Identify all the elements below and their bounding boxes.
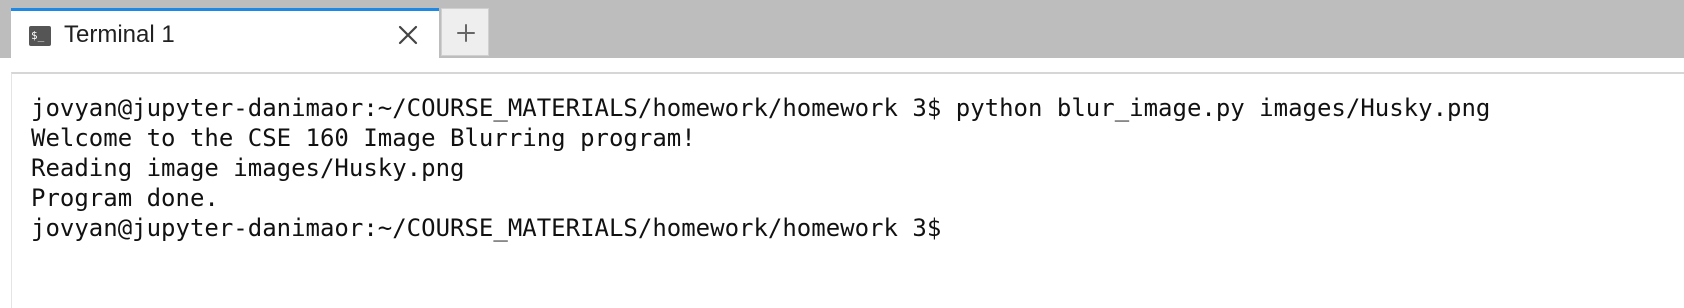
tab-bar: $_ Terminal 1 <box>0 0 1684 58</box>
terminal-output: jovyan@jupyter-danimaor:~/COURSE_MATERIA… <box>31 93 1490 243</box>
terminal-line: Program done. <box>31 184 219 212</box>
terminal-line: Reading image images/Husky.png <box>31 154 465 182</box>
add-tab-button[interactable] <box>441 8 489 56</box>
tab-label: Terminal 1 <box>64 21 175 48</box>
terminal-prompt: jovyan@jupyter-danimaor:~/COURSE_MATERIA… <box>31 214 942 242</box>
close-icon-graphic <box>398 25 418 45</box>
jupyter-terminal-window: $_ Terminal 1 jovyan@jupyter-danimaor:~/… <box>0 0 1684 308</box>
close-icon[interactable] <box>396 23 420 47</box>
terminal-icon: $_ <box>29 26 51 46</box>
terminal-panel[interactable]: jovyan@jupyter-danimaor:~/COURSE_MATERIA… <box>11 72 1684 308</box>
plus-icon <box>457 24 475 42</box>
tab-terminal-1[interactable]: $_ Terminal 1 <box>11 8 439 58</box>
terminal-line: Welcome to the CSE 160 Image Blurring pr… <box>31 124 696 152</box>
terminal-line: jovyan@jupyter-danimaor:~/COURSE_MATERIA… <box>31 94 1491 122</box>
